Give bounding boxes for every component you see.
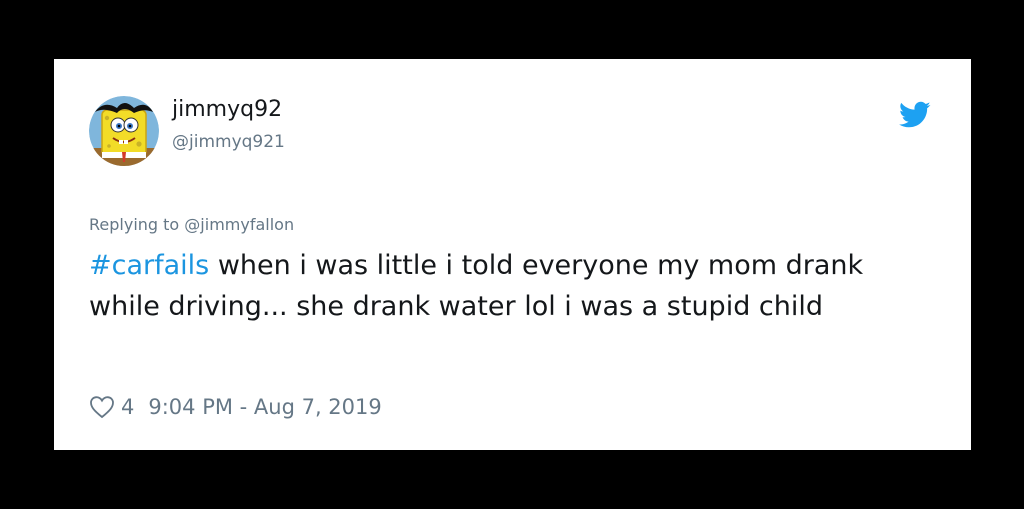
twitter-bird-icon[interactable] xyxy=(899,101,931,129)
user-handle[interactable]: @jimmyq921 xyxy=(172,132,285,152)
tweet-footer: 4 9:04 PM - Aug 7, 2019 xyxy=(89,393,382,421)
heart-icon[interactable] xyxy=(89,395,115,419)
spongebob-avatar-image xyxy=(89,96,159,166)
replying-to-mention[interactable]: @jimmyfallon xyxy=(184,215,294,234)
replying-to-label: Replying to xyxy=(89,215,185,234)
tweet-timestamp[interactable]: 9:04 PM - Aug 7, 2019 xyxy=(148,395,381,419)
replying-to: Replying to @jimmyfallon xyxy=(89,215,294,235)
tweet-text: #carfails when i was little i told every… xyxy=(89,245,939,327)
user-avatar[interactable] xyxy=(89,96,159,166)
hashtag-link[interactable]: #carfails xyxy=(89,250,209,281)
tweet-card: jimmyq92 @jimmyq921 Replying to @jimmyfa… xyxy=(54,59,971,450)
display-name[interactable]: jimmyq92 xyxy=(172,97,282,123)
like-count: 4 xyxy=(121,395,135,419)
